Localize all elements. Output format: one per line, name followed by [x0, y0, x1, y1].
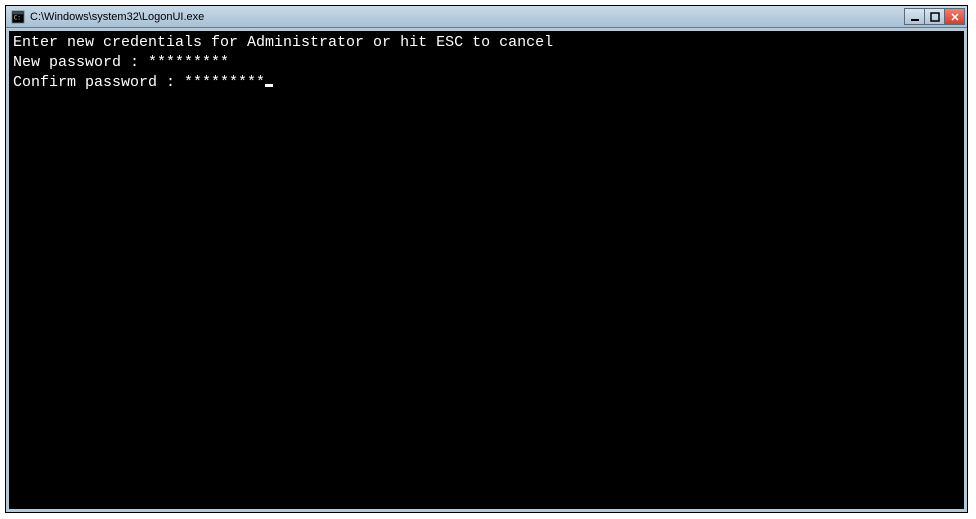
new-password-label: New password : — [13, 54, 148, 71]
window-title: C:\Windows\system32\LogonUI.exe — [30, 11, 905, 23]
text-cursor — [265, 84, 273, 87]
maximize-button[interactable] — [924, 8, 945, 25]
close-button[interactable] — [944, 8, 965, 25]
console-confirm-password-line: Confirm password : ********* — [13, 73, 960, 93]
minimize-button[interactable] — [904, 8, 925, 25]
new-password-value: ********* — [148, 54, 229, 71]
window-controls — [905, 8, 965, 25]
confirm-password-label: Confirm password : — [13, 74, 184, 91]
console-prompt-line: Enter new credentials for Administrator … — [13, 33, 960, 53]
svg-text:C:: C: — [14, 14, 21, 21]
app-icon: C: — [10, 9, 26, 25]
console-output[interactable]: Enter new credentials for Administrator … — [9, 31, 964, 509]
console-window: C: C:\Windows\system32\LogonUI.exe Enter… — [5, 5, 968, 513]
console-new-password-line: New password : ********* — [13, 53, 960, 73]
confirm-password-value: ********* — [184, 74, 265, 91]
titlebar[interactable]: C: C:\Windows\system32\LogonUI.exe — [6, 6, 967, 28]
